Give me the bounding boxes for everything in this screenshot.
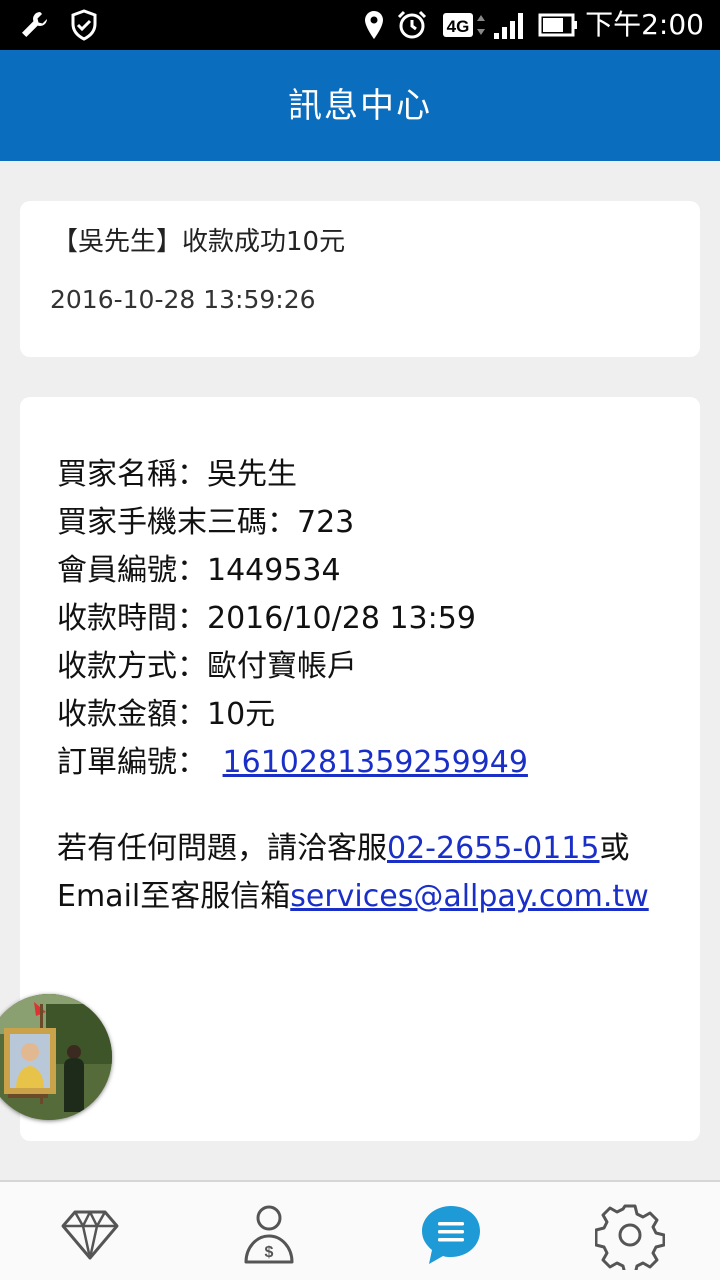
page-title: 訊息中心 — [288, 86, 432, 126]
payment-amount: 收款金額：10元 — [57, 697, 276, 732]
payment-method: 收款方式：歐付寶帳戶 — [57, 649, 357, 684]
contact-phone-prefix: 若有任何問題，請洽客服 — [57, 831, 387, 866]
alarm-icon — [397, 10, 427, 39]
message-title: 【吳先生】收款成功10元 — [52, 227, 346, 257]
payment-time: 收款時間：2016/10/28 13:59 — [57, 601, 476, 636]
user-money-icon[interactable]: $ — [234, 1200, 304, 1270]
order-number-label: 訂單編號： — [57, 745, 207, 780]
svg-text:$: $ — [265, 1244, 274, 1261]
buyer-name: 買家名稱：吳先生 — [57, 457, 297, 492]
order-number-link[interactable]: 1610281359259949 — [223, 745, 528, 780]
contact-phone-line: 若有任何問題，請洽客服02-2655-0115或 — [57, 825, 687, 873]
message-summary-card[interactable]: 【吳先生】收款成功10元 2016-10-28 13:59:26 — [20, 201, 700, 357]
contact-phone-suffix: 或 — [599, 831, 630, 866]
network-4g-icon: 4G — [443, 13, 485, 37]
customer-service-phone-link[interactable]: 02-2655-0115 — [387, 831, 600, 866]
wrench-icon — [22, 12, 47, 37]
chat-icon[interactable] — [416, 1200, 486, 1270]
order-number-row: 訂單編號： 1610281359259949 — [57, 739, 687, 787]
message-timestamp: 2016-10-28 13:59:26 — [50, 285, 316, 314]
settings-gear-icon[interactable] — [595, 1200, 665, 1270]
contact-email-prefix: Email至客服信箱 — [57, 879, 291, 914]
contact-email-line: Email至客服信箱services@allpay.com.tw — [57, 873, 687, 921]
member-id: 會員編號：1449534 — [57, 553, 341, 588]
customer-service-email-link[interactable]: services@allpay.com.tw — [290, 879, 649, 914]
bottom-nav: $ — [0, 1180, 720, 1280]
location-icon — [365, 11, 383, 39]
diamond-icon[interactable] — [55, 1200, 125, 1270]
svg-text:4G: 4G — [447, 17, 470, 36]
signal-icon — [494, 13, 523, 39]
buyer-phone-last3: 買家手機末三碼：723 — [57, 505, 355, 540]
status-time: 下午2:00 — [585, 8, 704, 41]
screen: 4G 下午2:00 訊息中心 【吳先生】收款成功10元 2016-10-28 1… — [0, 0, 720, 1280]
message-detail-card: 買家名稱：吳先生 買家手機末三碼：723 會員編號：1449534 收款時間：2… — [20, 397, 700, 1141]
shield-check-icon — [71, 9, 97, 41]
contact-info: 若有任何問題，請洽客服02-2655-0115或 Email至客服信箱servi… — [57, 825, 687, 921]
detail-list: 買家名稱：吳先生 買家手機末三碼：723 會員編號：1449534 收款時間：2… — [57, 451, 687, 787]
battery-icon — [538, 13, 577, 37]
status-bar: 4G 下午2:00 — [0, 0, 720, 50]
app-header: 訊息中心 — [0, 50, 720, 161]
